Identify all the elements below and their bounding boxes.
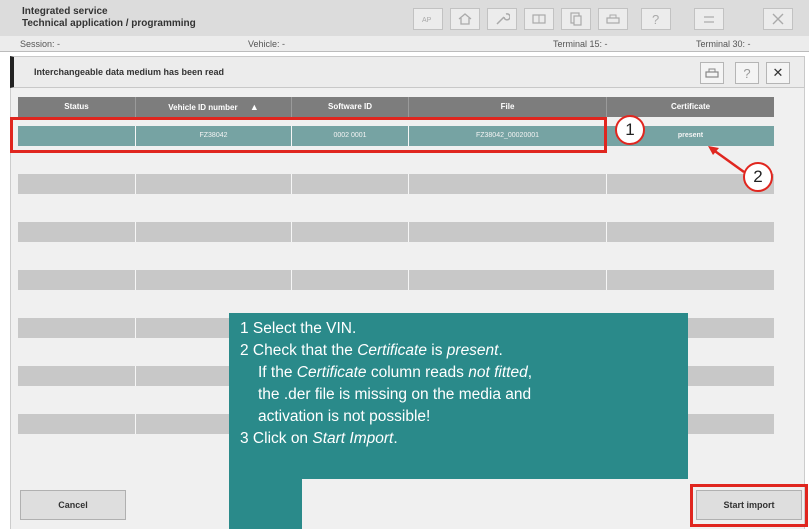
instruction-segment: Start Import <box>312 430 394 447</box>
printer-icon <box>606 14 620 24</box>
instruction-segment: 3 Click on <box>240 430 313 447</box>
empty-table-row <box>18 270 774 290</box>
session-label: Session: - <box>20 39 61 49</box>
highlight-box-start-import <box>690 484 808 527</box>
instruction-callout-tab <box>229 478 302 529</box>
instruction-segment: is <box>426 342 447 359</box>
instruction-line: activation is not possible! <box>240 406 532 428</box>
instruction-line: the .der file is missing on the media an… <box>240 384 532 406</box>
terminal30-label: Terminal 30: - <box>696 39 751 49</box>
terminal15-label: Terminal 15: - <box>553 39 608 49</box>
display-button[interactable] <box>524 8 554 30</box>
empty-table-row <box>18 174 774 194</box>
wrench-icon <box>496 13 510 25</box>
instruction-segment: Certificate <box>296 364 367 381</box>
highlight-box-row <box>10 117 607 153</box>
svg-text:AP: AP <box>422 17 432 24</box>
instruction-segment: . <box>393 430 398 447</box>
tools-button[interactable] <box>487 8 517 30</box>
status-info-bar: Session: - Vehicle: - Terminal 15: - Ter… <box>0 36 809 52</box>
close-icon <box>772 13 784 25</box>
column-header-certificate[interactable]: Certificate <box>607 97 774 117</box>
dialog-close-button[interactable]: ✕ <box>766 62 790 84</box>
column-header-status[interactable]: Status <box>18 97 136 117</box>
help-icon: ? <box>743 65 751 81</box>
instruction-line: 3 Click on Start Import. <box>240 428 532 450</box>
column-header-file[interactable]: File <box>409 97 607 117</box>
instruction-segment: column reads <box>366 364 469 381</box>
instruction-segment: 2 Check that the <box>240 342 358 359</box>
marker-2: 2 <box>743 162 773 192</box>
home-icon <box>458 13 472 25</box>
copy-icon <box>570 12 582 26</box>
column-header-vin[interactable]: Vehicle ID number ▲ <box>136 97 292 117</box>
instruction-line: 1 Select the VIN. <box>240 318 532 340</box>
display-icon <box>532 14 546 24</box>
dialog-help-button[interactable]: ? <box>735 62 759 84</box>
instruction-segment: present <box>446 342 499 359</box>
app-title: Integrated service <box>22 6 108 17</box>
instruction-segment: Certificate <box>357 342 427 359</box>
empty-table-row <box>18 222 774 242</box>
dialog-print-button[interactable] <box>700 62 724 84</box>
home-button[interactable] <box>450 8 480 30</box>
minimize-button[interactable] <box>694 8 724 30</box>
minimize-icon <box>704 16 714 23</box>
column-header-software-id[interactable]: Software ID <box>292 97 409 117</box>
app-subtitle: Technical application / programming <box>22 18 196 29</box>
sort-ascending-icon: ▲ <box>249 102 259 112</box>
instruction-segment: not fitted <box>468 364 528 381</box>
help-icon: ? <box>652 12 659 27</box>
close-icon: ✕ <box>772 65 784 80</box>
help-button[interactable]: ? <box>641 8 671 30</box>
cancel-button[interactable]: Cancel <box>20 490 126 520</box>
ap-icon-button[interactable]: AP <box>413 8 443 30</box>
copy-button[interactable] <box>561 8 591 30</box>
instruction-segment: If the <box>258 364 297 381</box>
instruction-callout: 1 Select the VIN. 2 Check that the Certif… <box>229 313 688 479</box>
instruction-text: 1 Select the VIN. 2 Check that the Certif… <box>240 318 532 450</box>
table-header: Status Vehicle ID number ▲ Software ID F… <box>18 97 774 117</box>
app-header: Integrated service Technical application… <box>0 0 809 36</box>
print-button[interactable] <box>598 8 628 30</box>
instruction-segment: 1 Select the VIN. <box>240 320 357 337</box>
instruction-segment: , <box>527 364 533 381</box>
vehicle-label: Vehicle: - <box>248 39 286 49</box>
instruction-segment: activation is not possible! <box>258 408 431 425</box>
dialog-title: Interchangeable data medium has been rea… <box>34 67 225 77</box>
ap-icon: AP <box>422 17 432 24</box>
instruction-line: If the Certificate column reads not fitt… <box>240 362 532 384</box>
dialog-header: Interchangeable data medium has been rea… <box>10 56 805 88</box>
printer-icon <box>705 68 719 78</box>
close-app-button[interactable] <box>763 8 793 30</box>
marker-1: 1 <box>615 115 645 145</box>
instruction-line: 2 Check that the Certificate is present. <box>240 340 532 362</box>
instruction-segment: . <box>498 342 503 359</box>
svg-text:?: ? <box>652 12 659 27</box>
instruction-segment: the .der file is missing on the media an… <box>258 386 532 403</box>
